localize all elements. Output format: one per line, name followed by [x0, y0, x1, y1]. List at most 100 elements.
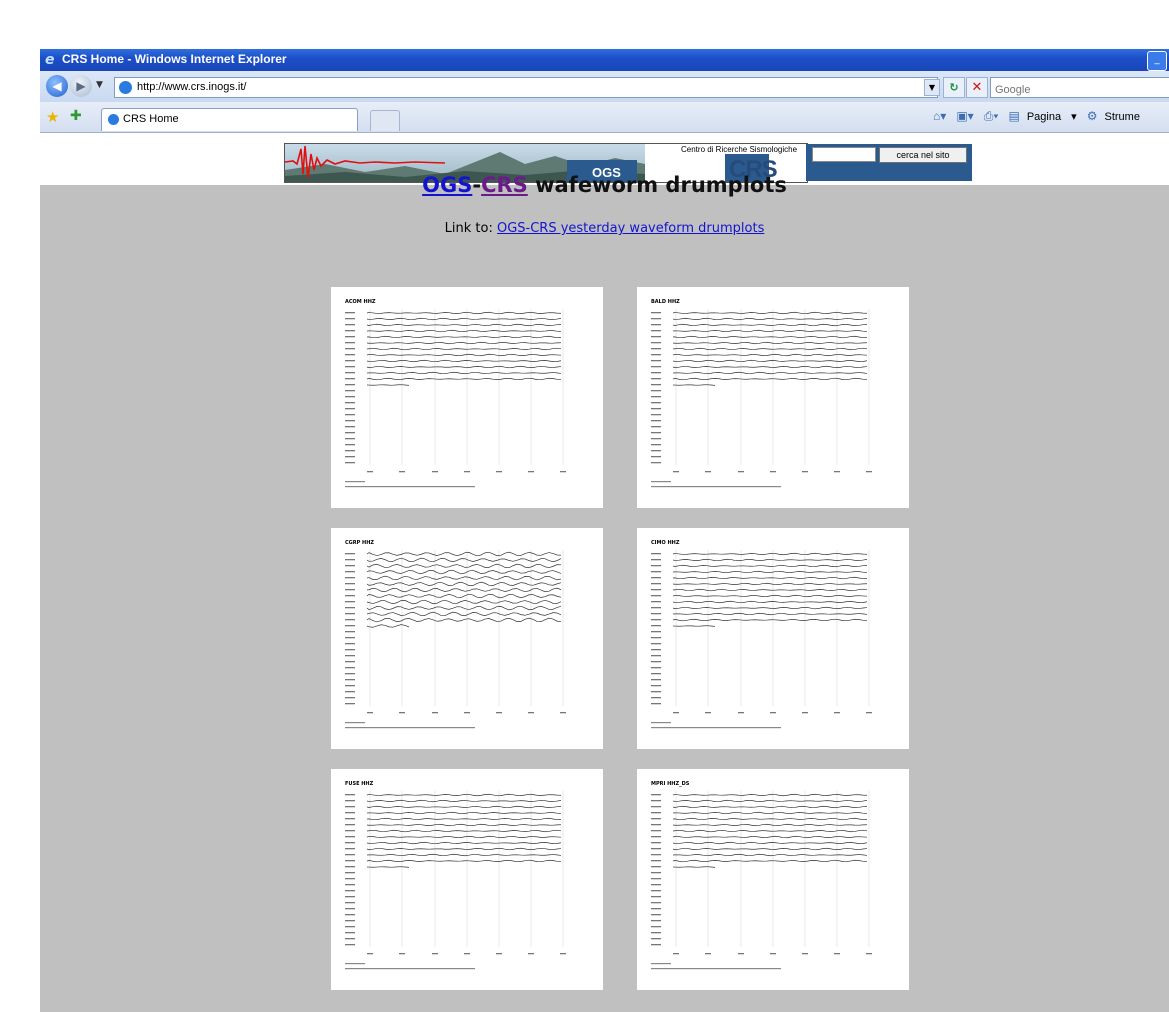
site-search-button[interactable]: cerca nel sito — [879, 147, 967, 163]
drumplot-trace — [366, 359, 562, 363]
drumplot-row-tick — [651, 336, 661, 338]
drumplot-row-tick — [651, 866, 661, 868]
drumplot-row-tick — [345, 450, 355, 452]
page-title: OGS-CRS wafeworm drumplots — [40, 173, 1169, 197]
drumplot-row-tick — [345, 402, 355, 404]
drumplot-row-tick — [345, 637, 355, 639]
drumplot-row-tick — [651, 408, 661, 410]
drumplot-row-tick — [651, 655, 661, 657]
drumplot-trace — [366, 557, 562, 563]
link-prefix: Link to: — [444, 221, 497, 236]
drumplot-trace — [366, 624, 410, 628]
drumplot-row-tick — [345, 679, 355, 681]
drumplot-x-tick — [866, 471, 872, 473]
drumplot-row-tick — [345, 444, 355, 446]
drumplot-x-tick — [770, 712, 776, 714]
drumplot-x-tick — [528, 953, 534, 955]
drumplot-row-tick — [345, 866, 355, 868]
new-tab-button[interactable] — [370, 110, 400, 131]
drumplot-x-tick — [367, 471, 373, 473]
drumplot-cimo[interactable]: CIMO HHZ — [637, 528, 909, 749]
browser-window: e CRS Home - Windows Internet Explorer _… — [40, 49, 1169, 1012]
forward-button[interactable]: ▶ — [70, 75, 92, 97]
history-dropdown-icon[interactable]: ▼ — [96, 80, 103, 90]
add-favorite-icon[interactable]: ✚ — [70, 108, 82, 124]
drumplot-row-tick — [345, 607, 355, 609]
drumplot-row-tick — [651, 812, 661, 814]
command-bar: ⌂▾ ▣▾ ⎙▾ ▤ Pagina ▾ ⚙ Strume — [933, 109, 1154, 127]
drumplot-trace — [672, 353, 868, 357]
search-input[interactable] — [995, 84, 1165, 96]
drumplot-row-tick — [345, 691, 355, 693]
drumplot-bald[interactable]: BALD HHZ — [637, 287, 909, 508]
drumplot-x-tick — [802, 953, 808, 955]
drumplot-row-tick — [651, 649, 661, 651]
address-bar: ◀ ▶ ▼ http://www.crs.inogs.it/ ▼ ↻ ✕ — [40, 71, 1169, 102]
drumplot-row-tick — [651, 920, 661, 922]
drumplot-row-tick — [651, 553, 661, 555]
ogs-link[interactable]: OGS — [422, 173, 472, 197]
drumplot-trace — [672, 793, 868, 797]
drumplot-cgrp[interactable]: CGRP HHZ — [331, 528, 603, 749]
drumplot-row-tick — [651, 679, 661, 681]
drumplot-trace — [366, 341, 562, 345]
tab-crs-home[interactable]: CRS Home — [101, 108, 358, 131]
drumplot-x-tick — [673, 712, 679, 714]
tab-bar: ★ ✚ CRS Home ⌂▾ ▣▾ ⎙▾ ▤ Pagina ▾ ⚙ Strume — [40, 102, 1169, 133]
site-search-input[interactable] — [812, 147, 876, 162]
home-icon[interactable]: ⌂▾ — [933, 109, 946, 123]
feeds-icon[interactable]: ▣▾ — [956, 109, 973, 123]
drumplot-row-tick — [345, 896, 355, 898]
print-icon[interactable]: ⎙▾ — [984, 109, 999, 124]
drumplot-row-tick — [345, 818, 355, 820]
search-box[interactable] — [990, 77, 1169, 98]
page-icon: ▤ — [1008, 109, 1020, 123]
drumplot-row-tick — [345, 631, 355, 633]
minimize-button[interactable]: _ — [1147, 51, 1167, 71]
drumplot-trace — [672, 612, 868, 616]
drumplot-trace — [366, 384, 410, 386]
drumplot-trace — [366, 866, 410, 868]
crs-link[interactable]: CRS — [481, 173, 528, 197]
drumplot-trace — [672, 335, 868, 339]
drumplot-fuse[interactable]: FUSE HHZ — [331, 769, 603, 990]
drumplot-row-tick — [651, 697, 661, 699]
tools-menu[interactable]: ⚙ Strume — [1087, 109, 1147, 123]
drumplot-row-tick — [651, 565, 661, 567]
page-content: OGS Centro di Ricerche Sismologiche CRS … — [40, 133, 1169, 1012]
back-button[interactable]: ◀ — [46, 75, 68, 97]
favorites-star-icon[interactable]: ★ — [46, 108, 59, 126]
drumplot-x-tick — [673, 953, 679, 955]
drumplot-row-tick — [651, 324, 661, 326]
yesterday-drumplots-link[interactable]: OGS-CRS yesterday waveform drumplots — [497, 221, 764, 236]
drumplot-row-tick — [651, 342, 661, 344]
drumplot-station-label: CIMO HHZ — [651, 540, 680, 546]
drumplot-row-tick — [345, 366, 355, 368]
drumplot-row-tick — [345, 824, 355, 826]
drumplot-acom[interactable]: ACOM HHZ — [331, 287, 603, 508]
drumplot-image: FUSE HHZ — [345, 781, 566, 970]
stop-button[interactable]: ✕ — [966, 77, 988, 98]
drumplot-footer-line — [651, 727, 781, 729]
drumplot-row-tick — [651, 637, 661, 639]
drumplot-trace — [366, 353, 562, 357]
drumplot-mpri[interactable]: MPRI HHZ_DS — [637, 769, 909, 990]
drumplot-row-tick — [651, 836, 661, 838]
drumplot-row-tick — [345, 384, 355, 386]
drumplot-trace — [672, 588, 868, 592]
url-dropdown-button[interactable]: ▼ — [924, 79, 940, 96]
drumplot-row-tick — [345, 559, 355, 561]
drumplot-trace — [672, 625, 716, 627]
url-field[interactable]: http://www.crs.inogs.it/ — [114, 77, 938, 98]
drumplot-x-tick — [464, 471, 470, 473]
drumplot-footer-line — [345, 727, 475, 729]
drumplot-x-tick — [866, 953, 872, 955]
url-text[interactable]: http://www.crs.inogs.it/ — [137, 81, 246, 93]
drumplot-x-tick — [770, 471, 776, 473]
drumplot-row-tick — [651, 330, 661, 332]
refresh-button[interactable]: ↻ — [943, 77, 965, 98]
drumplot-row-tick — [651, 619, 661, 621]
gear-icon: ⚙ — [1086, 109, 1098, 123]
page-menu[interactable]: ▤ Pagina ▾ — [1008, 109, 1076, 123]
drumplot-trace — [672, 384, 716, 386]
